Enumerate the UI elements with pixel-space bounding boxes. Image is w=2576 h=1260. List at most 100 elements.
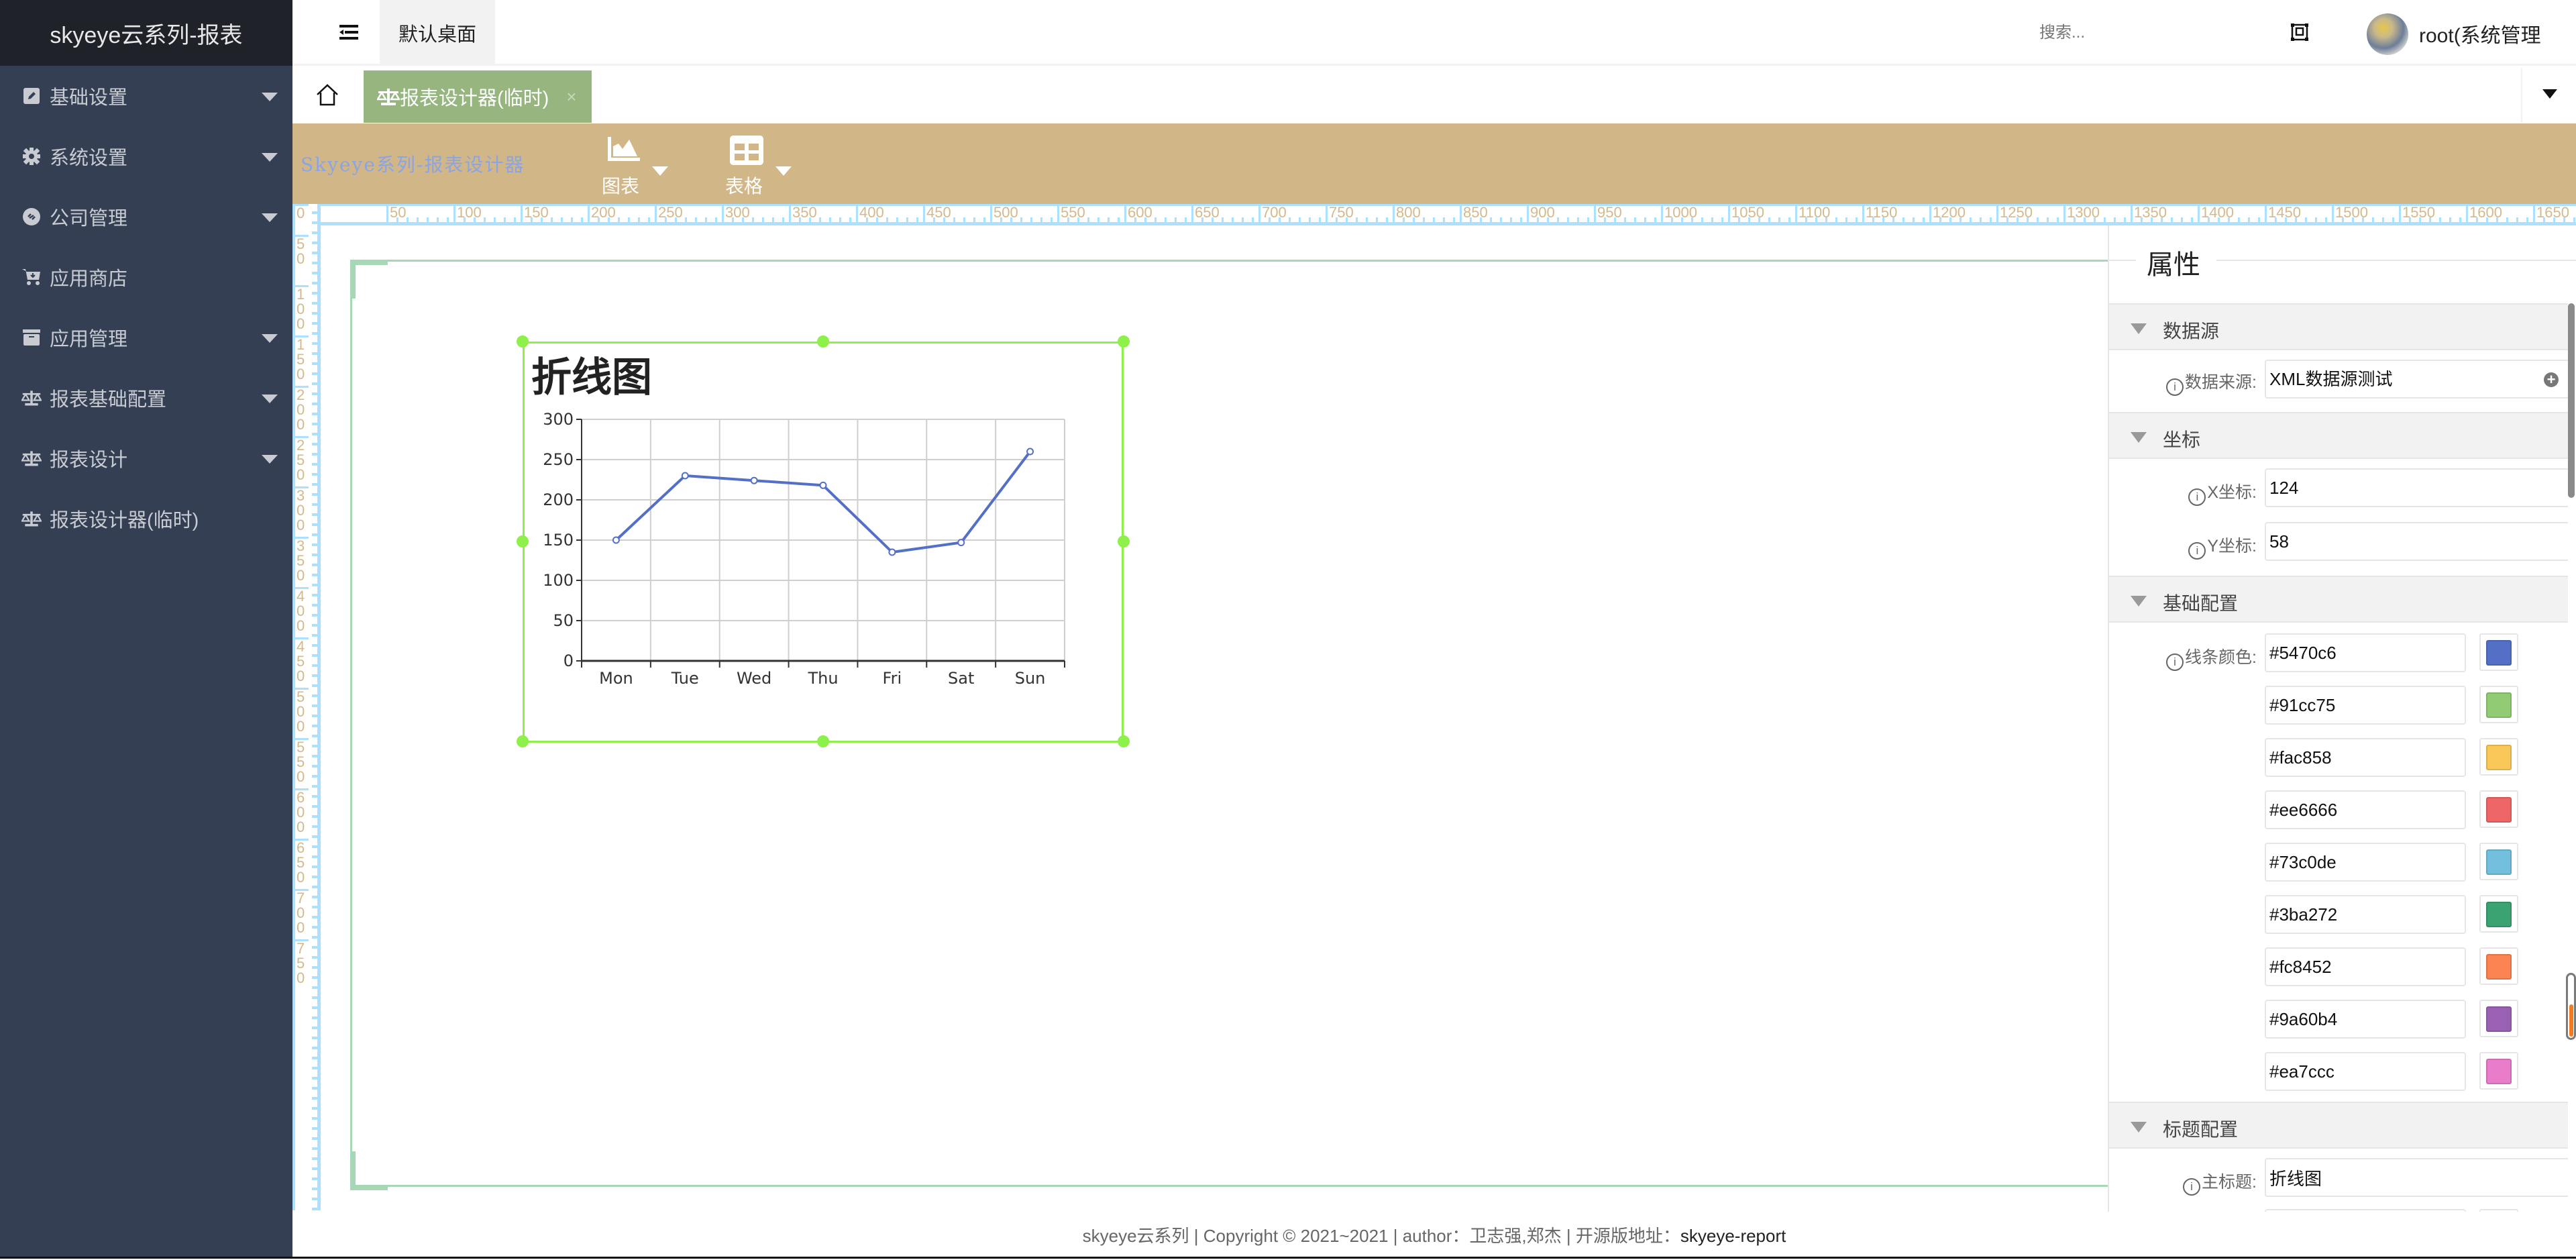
section-datasource[interactable]: 数据源 <box>2109 303 2569 350</box>
line-color-input[interactable] <box>2265 947 2466 986</box>
color-swatch-button[interactable] <box>2479 843 2518 880</box>
x-coord-input[interactable] <box>2265 468 2569 507</box>
color-swatch-button[interactable] <box>2479 738 2518 776</box>
line-color-input[interactable] <box>2265 686 2466 725</box>
resize-handle-ne[interactable] <box>1118 335 1130 348</box>
ruler-v-label: 500 <box>295 688 309 734</box>
resize-handle-w[interactable] <box>517 535 529 547</box>
design-canvas[interactable]: 折线图 050100150200250300MonTueWedThuFriSat… <box>321 225 2108 1212</box>
properties-scrollbar-thumb[interactable] <box>2568 303 2575 498</box>
table-icon <box>730 136 763 165</box>
chevron-down-icon[interactable] <box>262 93 278 101</box>
datasource-select[interactable]: XML数据源测试 + <box>2265 360 2569 399</box>
menu-toggle-icon[interactable] <box>339 23 358 42</box>
chevron-down-icon[interactable] <box>262 395 278 403</box>
section-coordinates[interactable]: 坐标 <box>2109 412 2569 459</box>
ruler-h-label: 100 <box>453 206 521 222</box>
home-icon[interactable] <box>315 83 339 107</box>
line-color-input[interactable] <box>2265 843 2466 882</box>
sidebar: skyeye云系列-报表 基础设置系统设置公司管理应用商店应用管理报表基础配置报… <box>0 0 292 1259</box>
properties-title: 属性 <box>2147 243 2200 282</box>
main-title-input[interactable] <box>2265 1158 2569 1197</box>
x-tick-label: Sun <box>1015 669 1046 688</box>
section-basic-config[interactable]: 基础配置 <box>2109 576 2569 623</box>
search-input[interactable] <box>2039 20 2160 46</box>
chevron-down-icon[interactable] <box>262 334 278 343</box>
section-title-config[interactable]: 标题配置 <box>2109 1102 2569 1149</box>
page-scroll-indicator[interactable] <box>2566 973 2576 1040</box>
tab-options-dropdown[interactable] <box>2521 68 2576 123</box>
line-color-input[interactable] <box>2265 895 2466 934</box>
sidebar-item-6[interactable]: 报表基础配置 <box>0 368 292 428</box>
section-label: 坐标 <box>2163 425 2200 452</box>
resize-handle-n[interactable] <box>817 335 829 348</box>
line-color-input[interactable] <box>2265 633 2466 672</box>
resize-handle-sw[interactable] <box>517 735 529 747</box>
line-color-input[interactable] <box>2265 1000 2466 1039</box>
sidebar-item-8[interactable]: 报表设计器(临时) <box>0 488 292 549</box>
chart-tool-button[interactable]: 图表 <box>597 130 671 197</box>
ruler-h-label: 300 <box>722 206 789 222</box>
ruler-v-label: 0 <box>295 204 309 221</box>
resize-handle-se[interactable] <box>1118 735 1130 747</box>
scale-icon <box>377 87 400 106</box>
ruler-h-label: 1200 <box>1929 206 1996 222</box>
ruler-h-label: 650 <box>1191 206 1258 222</box>
ruler-h-label: 750 <box>1326 206 1393 222</box>
cart-icon <box>21 267 42 287</box>
color-swatch-button[interactable] <box>2479 790 2518 828</box>
color-swatch-button[interactable] <box>2479 947 2518 985</box>
color-swatch-button[interactable] <box>2479 633 2518 671</box>
chevron-down-icon[interactable] <box>262 153 278 162</box>
line-color-input[interactable] <box>2265 1052 2466 1091</box>
y-tick-label: 150 <box>543 531 574 549</box>
y-coord-input[interactable] <box>2265 522 2569 561</box>
tab-report-designer[interactable]: 报表设计器(临时) × <box>364 70 592 123</box>
ruler-h-label: 1150 <box>1862 206 1929 222</box>
top-header: 默认桌面 root(系统管理 <box>292 0 2576 66</box>
sidebar-item-3[interactable]: 公司管理 <box>0 187 292 247</box>
footer-repo-link[interactable]: skyeye-report <box>1680 1226 1786 1246</box>
data-point <box>958 539 964 545</box>
datasource-value: XML数据源测试 <box>2269 369 2392 389</box>
line-color-input[interactable] <box>2265 790 2466 829</box>
info-icon: i <box>2183 1178 2200 1196</box>
sidebar-item-7[interactable]: 报表设计 <box>0 428 292 488</box>
tab-default-desktop[interactable]: 默认桌面 <box>380 0 495 66</box>
color-swatch-button[interactable] <box>2479 686 2518 723</box>
sidebar-item-2[interactable]: 系统设置 <box>0 126 292 187</box>
section-label: 标题配置 <box>2163 1115 2238 1142</box>
datasource-label: i数据来源: <box>2136 369 2257 396</box>
user-name[interactable]: root(系统管理 <box>2419 19 2541 48</box>
resize-handle-e[interactable] <box>1118 535 1130 547</box>
ruler-v-label: 150 <box>295 335 309 382</box>
color-swatch-button[interactable] <box>2479 1052 2518 1090</box>
ruler-h-label: 600 <box>1124 206 1191 222</box>
sidebar-item-label: 基础设置 <box>50 82 127 110</box>
resize-handle-s[interactable] <box>817 735 829 747</box>
sidebar-item-4[interactable]: 应用商店 <box>0 247 292 307</box>
sidebar-item-5[interactable]: 应用管理 <box>0 307 292 368</box>
avatar[interactable] <box>2367 13 2408 55</box>
table-tool-caret-icon[interactable] <box>775 166 792 176</box>
y-tick-label: 200 <box>543 490 574 509</box>
chevron-down-icon[interactable] <box>262 213 278 222</box>
line-color-input[interactable] <box>2265 738 2466 777</box>
ruler-h-label: 250 <box>655 206 722 222</box>
chevron-down-icon[interactable] <box>262 455 278 464</box>
table-tool-button[interactable]: 表格 <box>720 130 794 197</box>
series-line <box>616 452 1030 552</box>
line-chart-widget[interactable]: 折线图 050100150200250300MonTueWedThuFriSat… <box>523 342 1124 743</box>
color-swatch-button[interactable] <box>2479 1000 2518 1037</box>
close-tab-icon[interactable]: × <box>566 87 576 107</box>
color-swatch-button[interactable] <box>2479 895 2518 933</box>
ruler-h-label: 400 <box>856 206 923 222</box>
resize-handle-nw[interactable] <box>517 335 529 348</box>
sidebar-item-label: 报表基础配置 <box>50 384 166 412</box>
scale-icon <box>21 388 42 408</box>
fullscreen-icon[interactable] <box>2290 23 2309 42</box>
edit-icon <box>21 86 42 106</box>
add-datasource-icon[interactable]: + <box>2544 372 2559 387</box>
sidebar-item-1[interactable]: 基础设置 <box>0 66 292 126</box>
chart-tool-caret-icon[interactable] <box>652 166 668 176</box>
